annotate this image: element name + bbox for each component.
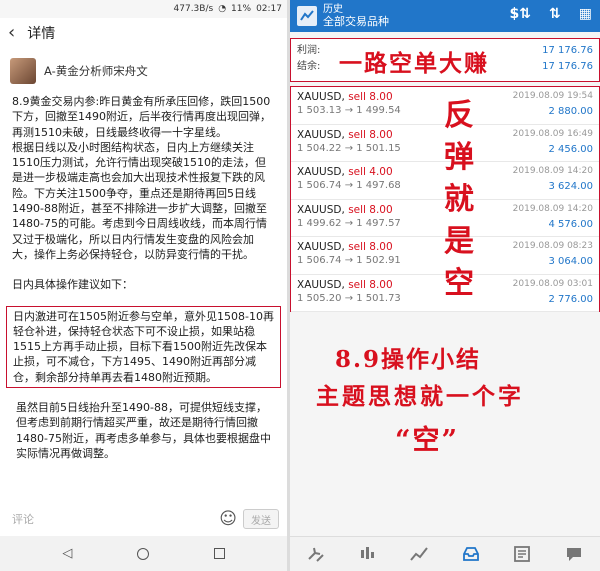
post-body: 8.9黄金交易内参:昨日黄金有所承压回修，跌回1500下方，回撤至1490附近，… xyxy=(0,94,287,389)
highlighted-advice: 日内激进可在1505附近参与空单，意外见1508-10再轻仓补进，保持轻仓状态下… xyxy=(6,305,281,389)
calendar-icon[interactable]: ▦ xyxy=(579,6,592,22)
history-icon[interactable] xyxy=(456,539,486,569)
network-speed: 477.3B/s xyxy=(173,4,214,14)
battery-level: 11% xyxy=(231,4,252,14)
currency-filter-icon[interactable]: $⇅ xyxy=(510,6,531,22)
status-bar: 477.3B/s ◔ 11% 02:17 xyxy=(0,0,287,18)
news-icon[interactable] xyxy=(507,539,537,569)
app-header: 历史 全部交易品种 $⇅ ⇅ ▦ xyxy=(290,0,600,32)
home-circle-icon[interactable] xyxy=(136,547,149,560)
summary-theme: 主题思想就一个字 xyxy=(316,383,524,410)
trade-icon[interactable] xyxy=(404,539,434,569)
system-nav-bar: ◁ xyxy=(0,536,287,571)
chevron-left-icon[interactable]: ‹ xyxy=(8,24,15,42)
post-paragraph: 根据日线以及小时图结构状态，日内上方继续关注1510压力测试，允许行情出现突破1… xyxy=(12,140,267,261)
header-title[interactable]: 全部交易品种 xyxy=(323,16,389,28)
recents-square-icon[interactable] xyxy=(213,548,225,559)
balance-summary: 利润: 17 176.76 结余: 17 176.76 一路空单大赚 xyxy=(290,38,600,82)
bottom-tab-bar xyxy=(290,536,600,571)
article-panel: 477.3B/s ◔ 11% 02:17 ‹ 详情 A-黄金分析师宋舟文 8.9… xyxy=(0,0,287,571)
summary-heading: 8.9操作小结 xyxy=(335,346,482,373)
quotes-icon[interactable] xyxy=(301,539,331,569)
post-paragraph: 日内具体操作建议如下： xyxy=(12,278,133,292)
send-button[interactable]: 发送 xyxy=(243,509,279,529)
vertical-annotation: 反 弹 就 是 空 xyxy=(444,98,474,301)
summary-keyword: “空” xyxy=(395,425,460,456)
back-triangle-icon[interactable]: ◁ xyxy=(62,546,72,561)
emoji-icon[interactable]: ☺ xyxy=(219,509,237,529)
author-name[interactable]: A-黄金分析师宋舟文 xyxy=(44,63,148,79)
author-row[interactable]: A-黄金分析师宋舟文 xyxy=(0,48,287,94)
avatar[interactable] xyxy=(10,58,36,84)
sort-icon[interactable]: ⇅ xyxy=(549,6,561,22)
comment-input[interactable]: 评论 xyxy=(8,507,213,531)
wifi-icon: ◔ xyxy=(218,4,227,14)
trade-list: XAUUSD, sell 8.00 1 503.13 → 1 499.54 20… xyxy=(290,86,600,312)
advice-text: 日内激进可在1505附近参与空单，意外见1508-10再轻仓补进，保持轻仓状态下… xyxy=(13,309,274,384)
clock: 02:17 xyxy=(256,4,282,14)
chat-icon[interactable] xyxy=(559,539,589,569)
trade-history-panel: 历史 全部交易品种 $⇅ ⇅ ▦ 利润: 17 176.76 结余: 17 17… xyxy=(290,0,600,571)
post-paragraph: 8.9黄金交易内参:昨日黄金有所承压回修，跌回1500下方，回撤至1490附近，… xyxy=(12,95,271,139)
page-title: 详情 xyxy=(27,26,56,42)
annotation-banner: 一路空单大赚 xyxy=(339,50,489,77)
chart-icon[interactable] xyxy=(352,539,382,569)
comment-bar: 评论 ☺ 发送 xyxy=(0,505,287,533)
post-paragraph: 虽然目前5日线抬升至1490-88，可提供短线支撑，但考虑到前期行情超买严重，故… xyxy=(16,401,271,460)
top-nav: ‹ 详情 xyxy=(0,18,287,48)
app-logo-icon xyxy=(297,6,317,26)
post-footer-text: 虽然目前5日线抬升至1490-88，可提供短线支撑，但考虑到前期行情超买严重，故… xyxy=(0,388,287,461)
